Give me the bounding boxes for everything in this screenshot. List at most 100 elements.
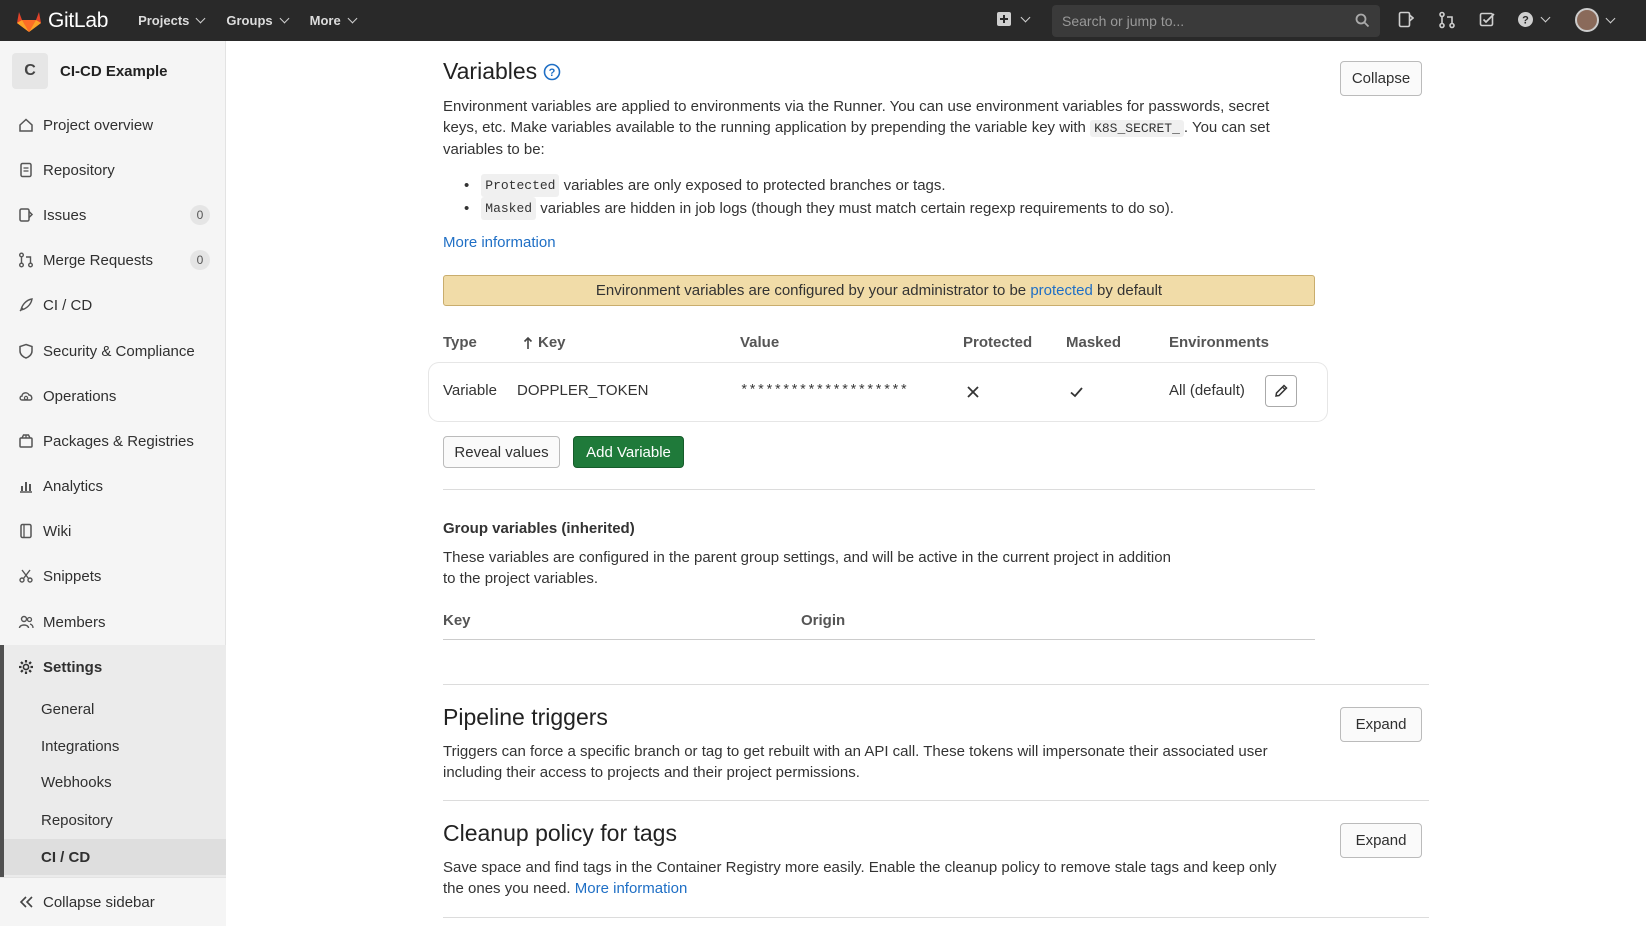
- cleanup-desc-line-2-text: the ones you need.: [443, 880, 571, 897]
- sidebar-item-merge-requests[interactable]: Merge Requests 0: [0, 240, 226, 280]
- sidebar-item-label: Security & Compliance: [43, 342, 195, 360]
- settings-integrations[interactable]: Integrations: [4, 728, 226, 764]
- svg-text:?: ?: [549, 67, 556, 79]
- sort-arrow-up-icon: [523, 336, 533, 349]
- more-menu[interactable]: More: [309, 13, 358, 28]
- row-key[interactable]: DOPPLER_TOKEN: [517, 382, 648, 399]
- section-divider: [443, 917, 1429, 918]
- sidebar-item-issues[interactable]: Issues 0: [0, 195, 226, 235]
- help-icon: ?: [1518, 12, 1533, 27]
- home-icon: [19, 118, 33, 132]
- cloud-gear-icon: [19, 392, 33, 401]
- issues-nav-icon[interactable]: [1398, 11, 1414, 29]
- sidebar-item-label: Merge Requests: [43, 251, 154, 269]
- sidebar-item-label: Analytics: [43, 477, 104, 495]
- groups-menu[interactable]: Groups: [226, 13, 290, 28]
- double-chevron-left-icon: [19, 896, 33, 908]
- project-name: CI-CD Example: [60, 62, 168, 80]
- pipeline-triggers-description: Triggers can force a specific branch or …: [443, 741, 1323, 783]
- column-masked: Masked: [1066, 334, 1122, 351]
- pencil-icon: [1275, 384, 1288, 397]
- pipeline-desc-line-2: including their access to projects and t…: [443, 764, 860, 781]
- sidebar-item-wiki[interactable]: Wiki: [0, 511, 226, 551]
- sidebar-item-repository[interactable]: Repository: [0, 150, 226, 190]
- todo-nav-icon[interactable]: [1479, 11, 1496, 28]
- chevron-down-icon: [347, 13, 358, 24]
- collapse-sidebar-label: Collapse sidebar: [43, 893, 155, 911]
- chevron-down-icon: [1540, 12, 1551, 23]
- cleanup-policy-title: Cleanup policy for tags: [443, 820, 677, 846]
- doc-icon: [20, 162, 32, 178]
- variable-row: Variable DOPPLER_TOKEN *****************…: [429, 363, 1327, 421]
- chart-icon: [20, 482, 32, 493]
- help-circle-icon[interactable]: ?: [543, 63, 561, 81]
- sidebar-item-project-overview[interactable]: Project overview: [0, 105, 226, 145]
- sidebar-item-snippets[interactable]: Snippets: [0, 556, 226, 596]
- sidebar-item-analytics[interactable]: Analytics: [0, 466, 226, 506]
- sidebar-item-settings[interactable]: Settings: [4, 647, 226, 687]
- sidebar-item-label: Operations: [43, 387, 117, 405]
- settings-section: Settings General Integrations Webhooks R…: [0, 645, 226, 877]
- users-icon: [18, 615, 34, 629]
- settings-ci-cd[interactable]: CI / CD: [4, 839, 226, 875]
- more-menu-label: More: [309, 13, 341, 28]
- merge-requests-count-badge: 0: [190, 250, 210, 270]
- sidebar-item-security[interactable]: Security & Compliance: [0, 331, 226, 371]
- section-divider: [443, 800, 1429, 801]
- edit-variable-button[interactable]: [1265, 375, 1297, 407]
- protected-code: Protected: [481, 174, 560, 197]
- cleanup-desc-line-1: Save space and find tags in the Containe…: [443, 859, 1277, 876]
- variables-header: Variables ?: [443, 58, 561, 85]
- sidebar-item-ci-cd[interactable]: CI / CD: [0, 285, 226, 325]
- search-input[interactable]: Search or jump to...: [1052, 5, 1380, 37]
- search-icon: [1355, 13, 1370, 28]
- settings-repository[interactable]: Repository: [4, 802, 226, 838]
- sidebar-item-members[interactable]: Members: [0, 602, 226, 642]
- top-navbar: GitLab Projects Groups More Search or ju…: [0, 0, 1646, 41]
- sidebar-item-label: Packages & Registries: [43, 432, 194, 450]
- reveal-values-button[interactable]: Reveal values: [443, 436, 560, 468]
- rocket-icon: [19, 298, 33, 312]
- column-key[interactable]: Key: [523, 334, 566, 351]
- expand-cleanup-policy-button[interactable]: Expand: [1340, 823, 1422, 858]
- sidebar-item-label: Members: [43, 613, 106, 631]
- search-placeholder: Search or jump to...: [1062, 13, 1185, 29]
- row-value: ********************: [740, 383, 909, 399]
- check-icon: [1070, 387, 1083, 398]
- pipeline-triggers-title: Pipeline triggers: [443, 704, 608, 730]
- merge-request-nav-icon[interactable]: [1438, 11, 1456, 29]
- sidebar-item-label: Project overview: [43, 116, 154, 134]
- user-menu[interactable]: [1575, 8, 1616, 32]
- gitlab-logo[interactable]: GitLab: [16, 0, 108, 41]
- collapse-variables-button[interactable]: Collapse: [1340, 61, 1422, 96]
- alert-protected-link[interactable]: protected: [1030, 282, 1093, 299]
- sidebar-item-label: CI / CD: [43, 296, 93, 314]
- help-dropdown[interactable]: ?: [1517, 11, 1551, 28]
- intro-line-2b: . You can set: [1183, 119, 1270, 136]
- avatar: [1575, 8, 1599, 32]
- sidebar-item-operations[interactable]: Operations: [0, 376, 226, 416]
- projects-menu-label: Projects: [138, 13, 190, 28]
- settings-webhooks[interactable]: Webhooks: [4, 764, 226, 800]
- add-variable-button[interactable]: Add Variable: [573, 436, 684, 468]
- chevron-down-icon: [279, 13, 290, 24]
- sidebar-item-packages[interactable]: Packages & Registries: [0, 421, 226, 461]
- intro-line-1: Environment variables are applied to env…: [443, 98, 1270, 115]
- intro-line-2a: keys, etc. Make variables available to t…: [443, 119, 1086, 136]
- pipeline-desc-line-1: Triggers can force a specific branch or …: [443, 743, 1268, 760]
- settings-general[interactable]: General: [4, 691, 226, 727]
- cleanup-desc-line-2: the ones you need. More information: [443, 878, 1323, 899]
- projects-menu[interactable]: Projects: [138, 13, 206, 28]
- group-column-key: Key: [443, 612, 471, 629]
- cleanup-description: Save space and find tags in the Containe…: [443, 857, 1323, 899]
- collapse-sidebar-button[interactable]: Collapse sidebar: [0, 877, 226, 926]
- new-item-dropdown[interactable]: [996, 11, 1031, 27]
- more-information-link[interactable]: More information: [443, 234, 556, 251]
- column-key-label: Key: [538, 334, 566, 351]
- bullet-protected-text: variables are only exposed to protected …: [563, 177, 946, 194]
- expand-pipeline-triggers-button[interactable]: Expand: [1340, 707, 1422, 742]
- sidebar-item-label: Wiki: [43, 522, 72, 540]
- project-header[interactable]: C CI-CD Example: [0, 41, 225, 101]
- group-variables-title: Group variables (inherited): [443, 520, 635, 537]
- cleanup-more-information-link[interactable]: More information: [575, 880, 688, 897]
